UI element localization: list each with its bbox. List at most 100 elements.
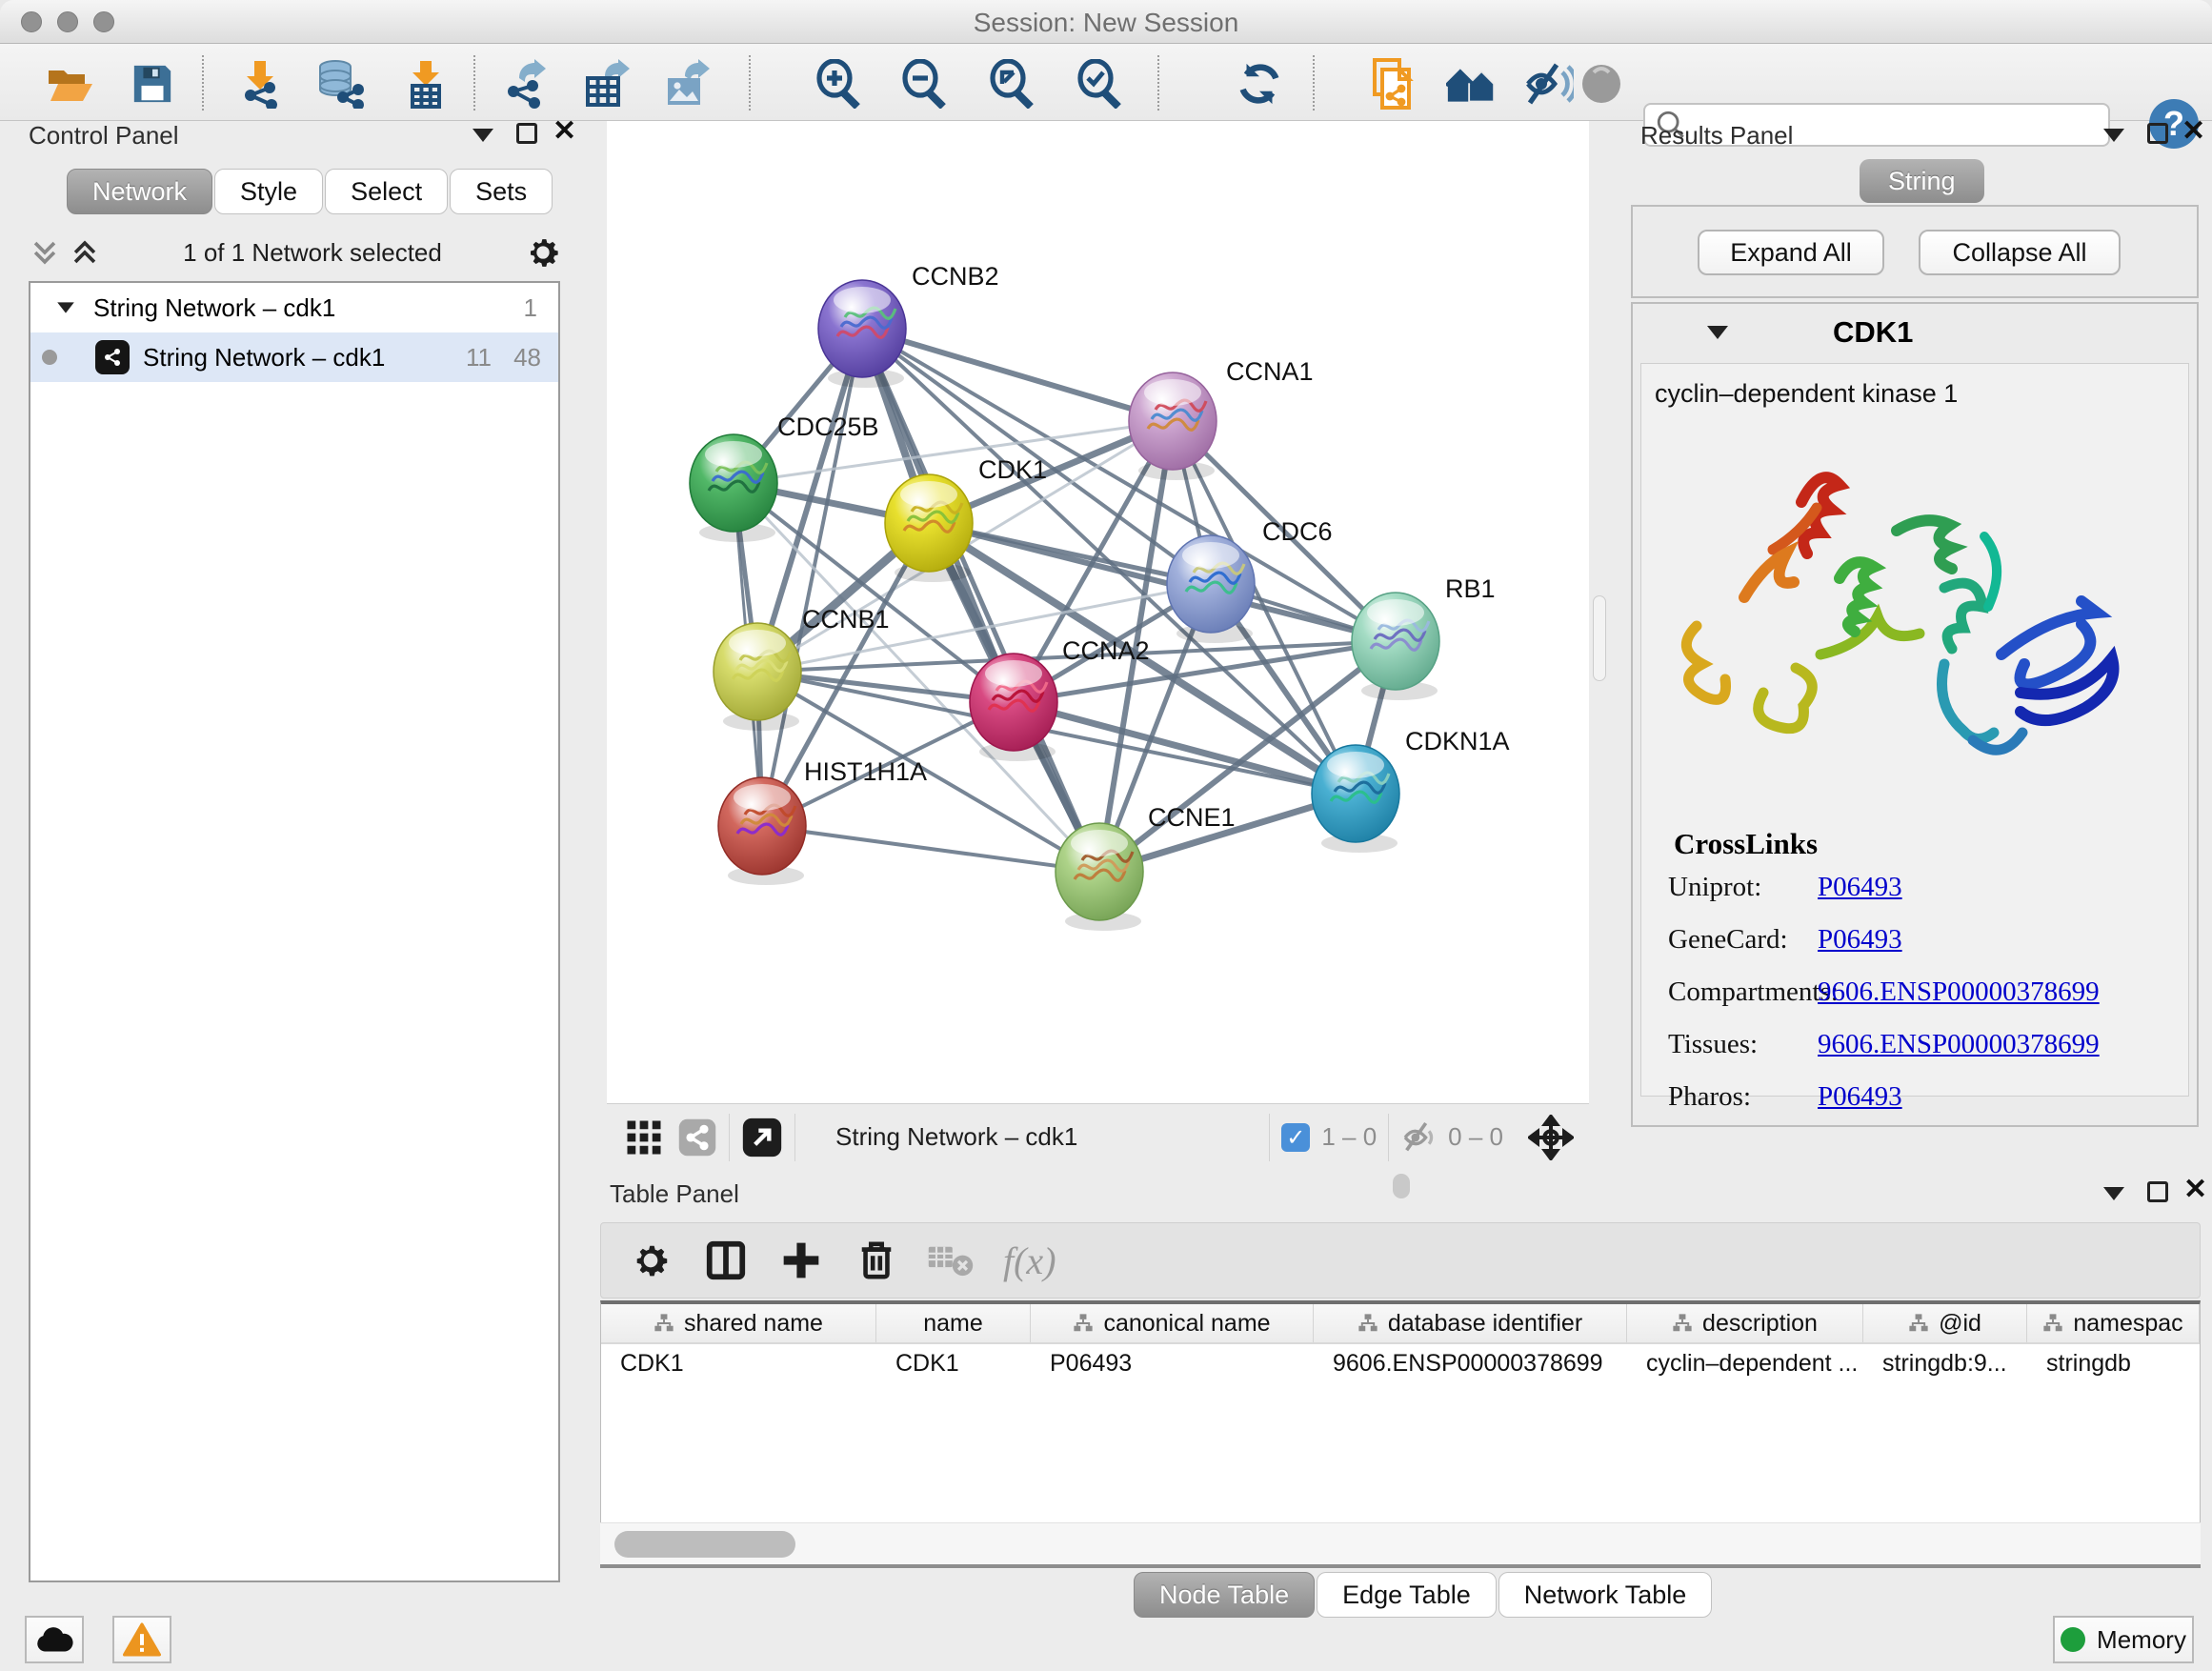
cell-canonical-name[interactable]: P06493	[1031, 1344, 1314, 1382]
cell-shared-name[interactable]: CDK1	[601, 1344, 876, 1382]
zoom-out-icon[interactable]	[899, 59, 949, 109]
column-header-namespac[interactable]: namespac	[2027, 1304, 2200, 1342]
crosslink-link[interactable]: 9606.ENSP00000378699	[1818, 976, 2100, 1008]
selected-node-edge-count: 1 – 0	[1321, 1122, 1377, 1152]
node-CDC6[interactable]: CDC6	[1167, 517, 1333, 643]
edge-CCNB2-HIST1H1A[interactable]	[762, 329, 862, 826]
clone-network-icon[interactable]	[1368, 59, 1418, 109]
table-row[interactable]: CDK1CDK1P064939606.ENSP00000378699cyclin…	[601, 1344, 2200, 1382]
panel-menu-icon[interactable]	[473, 129, 493, 142]
toolbar-separator	[729, 1114, 730, 1161]
hide-graphics-details-icon[interactable]	[1524, 59, 1574, 109]
edge-HIST1H1A-CCNE1[interactable]	[762, 826, 1099, 872]
import-network-file-icon[interactable]	[234, 59, 284, 109]
import-network-database-icon[interactable]	[314, 59, 364, 109]
network-collection-row[interactable]: String Network – cdk1 1	[30, 283, 558, 332]
panel-float-icon[interactable]	[2147, 123, 2168, 144]
panel-float-icon[interactable]	[516, 123, 537, 144]
node-CCNB2[interactable]: CCNB2	[818, 262, 999, 388]
selected-checkbox-icon[interactable]: ✓	[1281, 1123, 1310, 1152]
show-graphics-details-icon[interactable]	[1446, 59, 1496, 109]
zoom-selected-icon[interactable]	[1075, 59, 1124, 109]
column-header-database-identifier[interactable]: database identifier	[1314, 1304, 1627, 1342]
birdseye-crosshair-icon[interactable]	[1528, 1115, 1574, 1160]
node-CCNE1[interactable]: CCNE1	[1056, 803, 1236, 931]
memory-status-dot-icon	[2061, 1627, 2085, 1652]
cell-namespac[interactable]: stringdb	[2027, 1344, 2200, 1382]
cell-name[interactable]: CDK1	[876, 1344, 1031, 1382]
tab-network[interactable]: Network	[67, 169, 212, 214]
table-hscrollbar[interactable]	[600, 1522, 2201, 1564]
zoom-in-icon[interactable]	[814, 59, 863, 109]
panel-close-icon[interactable]: ✕	[553, 121, 576, 142]
crosslinks-title: CrossLinks	[1641, 827, 2188, 861]
tab-style[interactable]: Style	[214, 169, 323, 214]
apply-layout-icon[interactable]	[1235, 59, 1284, 109]
save-session-icon[interactable]	[128, 59, 177, 109]
zoom-fit-icon[interactable]	[987, 59, 1036, 109]
section-collapse-icon[interactable]	[1707, 326, 1728, 339]
side-splitter-handle[interactable]	[1593, 595, 1606, 681]
cell-description[interactable]: cyclin–dependent ...	[1627, 1344, 1863, 1382]
network-label: String Network – cdk1	[143, 343, 385, 372]
tab-string[interactable]: String	[1860, 159, 1984, 203]
tab-sets[interactable]: Sets	[450, 169, 553, 214]
node-HIST1H1A[interactable]: HIST1H1A	[718, 757, 927, 885]
table-options-gear-icon[interactable]	[630, 1239, 672, 1281]
network-view-share-icon[interactable]	[677, 1117, 717, 1158]
crosslink-link[interactable]: P06493	[1818, 1081, 1902, 1113]
expand-all-icon[interactable]	[69, 236, 101, 269]
collapse-all-button[interactable]: Collapse All	[1919, 230, 2121, 275]
add-column-icon[interactable]	[780, 1239, 822, 1281]
crosslink-link[interactable]: P06493	[1818, 872, 1902, 903]
collapse-all-icon[interactable]	[29, 236, 61, 269]
grid-view-icon[interactable]	[624, 1117, 664, 1158]
network-row[interactable]: String Network – cdk1 11 48	[30, 332, 558, 382]
node-label-CDC25B: CDC25B	[777, 413, 879, 441]
results-node-section: CDK1 cyclin–dependent kinase 1	[1631, 302, 2199, 1127]
column-header-shared-name[interactable]: shared name	[601, 1304, 876, 1342]
crosslink-label: GeneCard:	[1641, 924, 1818, 956]
node-label-CCNE1: CCNE1	[1148, 803, 1236, 832]
edge-CCNB2-CCNE1[interactable]	[862, 329, 1099, 872]
expand-all-button[interactable]: Expand All	[1698, 230, 1884, 275]
crosslink-label: Tissues:	[1641, 1029, 1818, 1060]
network-options-gear-icon[interactable]	[524, 233, 562, 272]
panel-close-icon[interactable]: ✕	[2183, 1179, 2207, 1200]
cloud-button[interactable]	[25, 1616, 84, 1663]
import-table-file-icon[interactable]	[402, 59, 452, 109]
column-header-description[interactable]: description	[1627, 1304, 1863, 1342]
crosslink-link[interactable]: 9606.ENSP00000378699	[1818, 1029, 2100, 1060]
show-columns-icon[interactable]	[704, 1238, 748, 1282]
hidden-eye-slash-icon[interactable]	[1400, 1118, 1438, 1157]
toolbar-separator	[473, 55, 475, 111]
table-hscrollbar-thumb[interactable]	[614, 1531, 795, 1558]
open-session-icon[interactable]	[46, 59, 95, 109]
network-canvas[interactable]: CCNB2CCNA1CDC25BCDK1CDC6RB1CCNB1CCNA2CDK…	[607, 121, 1589, 1103]
column-header-@id[interactable]: @id	[1863, 1304, 2027, 1342]
warnings-button[interactable]	[112, 1616, 171, 1663]
memory-button[interactable]: Memory	[2053, 1616, 2194, 1663]
collection-expand-icon[interactable]	[57, 302, 74, 312]
panel-float-icon[interactable]	[2147, 1181, 2168, 1202]
panel-menu-icon[interactable]	[2103, 129, 2124, 142]
node-section-header[interactable]: CDK1	[1633, 304, 2197, 361]
column-header-name[interactable]: name	[876, 1304, 1031, 1342]
node-RB1[interactable]: RB1	[1352, 574, 1496, 700]
cell-@id[interactable]: stringdb:9...	[1863, 1344, 2027, 1382]
panel-menu-icon[interactable]	[2103, 1187, 2124, 1200]
delete-column-trash-icon[interactable]	[856, 1238, 896, 1282]
cell-database-identifier[interactable]: 9606.ENSP00000378699	[1314, 1344, 1627, 1382]
toggle-view-eye-icon[interactable]	[1577, 59, 1626, 109]
column-header-canonical-name[interactable]: canonical name	[1031, 1304, 1314, 1342]
node-CCNA1[interactable]: CCNA1	[1129, 357, 1314, 480]
detach-view-icon[interactable]	[741, 1117, 783, 1158]
tab-select[interactable]: Select	[325, 169, 448, 214]
crosslink-row: Uniprot:P06493	[1641, 861, 2188, 914]
panel-close-icon[interactable]: ✕	[2182, 121, 2205, 142]
export-network-icon[interactable]	[499, 59, 549, 109]
crosslink-link[interactable]: P06493	[1818, 924, 1902, 956]
export-table-icon[interactable]	[581, 59, 631, 109]
export-image-icon[interactable]	[661, 59, 711, 109]
node-CDKN1A[interactable]: CDKN1A	[1312, 727, 1510, 853]
